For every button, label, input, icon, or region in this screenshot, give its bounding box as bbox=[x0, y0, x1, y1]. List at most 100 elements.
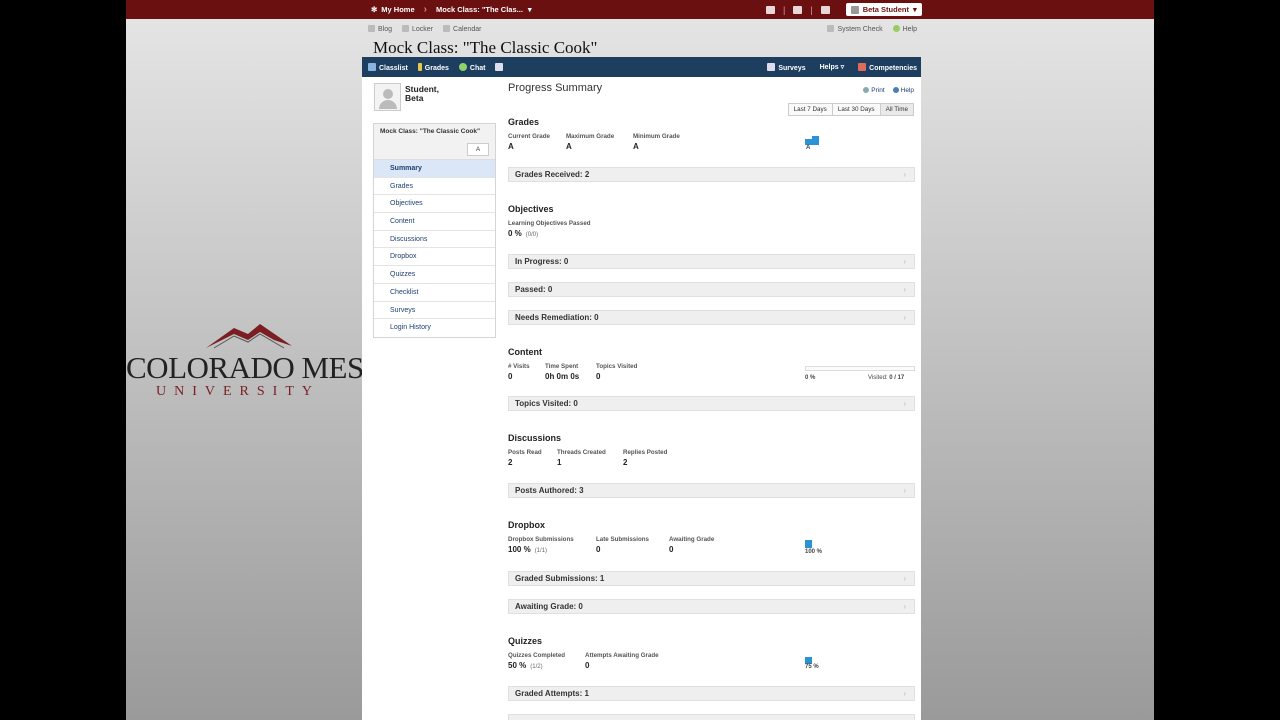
quizzes-chart-label: 75 % bbox=[805, 664, 819, 670]
needs-remediation-bar[interactable]: Needs Remediation: 0 bbox=[508, 310, 915, 325]
sidebar-item-checklist[interactable]: Checklist bbox=[374, 284, 495, 302]
print-icon bbox=[863, 87, 870, 93]
quizzes-mini-chart[interactable] bbox=[805, 657, 812, 664]
range-last-7-days[interactable]: Last 7 Days bbox=[788, 104, 833, 115]
stat-quizzes-completed: Quizzes Completed 50 % (1/2) bbox=[508, 652, 566, 670]
sidebar-item-summary[interactable]: Summary bbox=[374, 160, 495, 178]
section-heading: Quizzes bbox=[508, 636, 543, 646]
date-range-selector: Last 7 Days Last 30 Days All Time bbox=[787, 103, 914, 116]
grades-received-bar[interactable]: Grades Received: 2 bbox=[508, 167, 915, 182]
section-heading: Objectives bbox=[508, 204, 554, 214]
course-selector[interactable]: Mock Class: "The Clas... bbox=[436, 5, 523, 14]
competencies-icon bbox=[858, 62, 867, 71]
my-home-link[interactable]: My Home bbox=[381, 5, 414, 14]
chat-link[interactable]: Chat bbox=[458, 62, 485, 72]
document-icon[interactable] bbox=[495, 63, 504, 71]
avatar bbox=[850, 5, 859, 14]
quiz-bar bbox=[805, 657, 812, 664]
blog-link[interactable]: Blog bbox=[368, 24, 392, 33]
print-link[interactable]: Print bbox=[863, 87, 885, 94]
mountain-logo-icon bbox=[206, 324, 292, 349]
next-bar-partial[interactable] bbox=[508, 714, 915, 720]
alerts-icon[interactable] bbox=[820, 5, 830, 14]
chevron-down-icon[interactable]: ▾ bbox=[528, 5, 532, 14]
competencies-link[interactable]: Competencies bbox=[858, 62, 917, 72]
range-all-time[interactable]: All Time bbox=[880, 104, 913, 115]
passed-bar[interactable]: Passed: 0 bbox=[508, 282, 915, 297]
graded-submissions-bar[interactable]: Graded Submissions: 1 bbox=[508, 571, 915, 586]
stat-time-spent: Time Spent 0h 0m 0s bbox=[545, 363, 580, 381]
sidebar-item-quizzes[interactable]: Quizzes bbox=[374, 266, 495, 284]
stat-awaiting-grade: Awaiting Grade 0 bbox=[669, 536, 715, 554]
content-section: Content # Visits 0 Time Spent 0h 0m 0s Top… bbox=[508, 347, 915, 381]
posts-authored-bar[interactable]: Posts Authored: 3 bbox=[508, 483, 915, 498]
stat-attempts-awaiting-grade: Attempts Awaiting Grade 0 bbox=[585, 652, 659, 670]
calendar-icon bbox=[443, 24, 451, 32]
sidebar-item-discussions[interactable]: Discussions bbox=[374, 231, 495, 249]
section-heading: Discussions bbox=[508, 433, 562, 443]
stat-late-submissions: Late Submissions 0 bbox=[596, 536, 649, 554]
avatar bbox=[374, 83, 401, 111]
grades-mini-chart[interactable] bbox=[805, 136, 821, 145]
classlist-link[interactable]: Classlist bbox=[368, 62, 408, 72]
section-heading: Content bbox=[508, 347, 542, 357]
stat-visits: # Visits 0 bbox=[508, 363, 530, 381]
user-menu-button[interactable]: Beta Student ▾ bbox=[845, 3, 922, 16]
content-percent: 0 % bbox=[805, 375, 816, 381]
in-progress-bar[interactable]: In Progress: 0 bbox=[508, 254, 915, 269]
video-frame-right bbox=[1154, 0, 1280, 720]
visited-count: Visited: 0 / 17 bbox=[868, 375, 905, 381]
dropbox-chart-label: 100 % bbox=[805, 549, 823, 555]
stat-topics-visited: Topics Visited 0 bbox=[596, 363, 638, 381]
logo-line1: COLORADO MES bbox=[126, 350, 364, 385]
surveys-icon bbox=[767, 62, 776, 71]
stat-minimum-grade: Minimum Grade A bbox=[633, 133, 680, 151]
dropbox-mini-chart[interactable] bbox=[805, 540, 812, 548]
stat-dropbox-submissions: Dropbox Submissions 100 % (1/1) bbox=[508, 536, 574, 554]
video-frame-left bbox=[0, 0, 126, 720]
stat-posts-read: Posts Read 2 bbox=[508, 449, 542, 467]
system-check-link[interactable]: System Check bbox=[827, 24, 883, 33]
check-icon bbox=[827, 24, 835, 32]
discussions-section: Discussions Posts Read 2 Threads Created 1… bbox=[508, 433, 915, 467]
chevron-down-icon: ▿ bbox=[840, 64, 845, 71]
surveys-link[interactable]: Surveys bbox=[767, 62, 806, 72]
sidebar-item-surveys[interactable]: Surveys bbox=[374, 302, 495, 320]
dropbox-section: Dropbox Dropbox Submissions 100 % (1/1) La… bbox=[508, 520, 915, 554]
help-link[interactable]: Help bbox=[892, 24, 917, 33]
help-icon bbox=[892, 87, 899, 93]
dropbox-bar bbox=[805, 540, 812, 548]
subscriptions-icon[interactable] bbox=[793, 5, 803, 14]
sidebar-item-grades[interactable]: Grades bbox=[374, 178, 495, 196]
classlist-icon bbox=[368, 62, 376, 71]
helps-menu[interactable]: Helps ▿ bbox=[820, 63, 845, 71]
awaiting-grade-bar[interactable]: Awaiting Grade: 0 bbox=[508, 599, 915, 614]
course-navbar: Classlist Grades Chat Surveys Helps ▿ Co… bbox=[362, 57, 921, 77]
locker-icon bbox=[402, 24, 410, 32]
quizzes-section: Quizzes Quizzes Completed 50 % (1/2) Attem… bbox=[508, 636, 915, 670]
calendar-link[interactable]: Calendar bbox=[443, 24, 481, 33]
topics-visited-bar[interactable]: Topics Visited: 0 bbox=[508, 396, 915, 411]
message-icon[interactable] bbox=[766, 5, 775, 14]
browser-screen: ✻ My Home › Mock Class: "The Clas... ▾ |… bbox=[126, 0, 1154, 720]
chevron-down-icon: ▾ bbox=[912, 5, 917, 14]
stat-threads-created: Threads Created 1 bbox=[557, 449, 606, 467]
sidebar-item-dropbox[interactable]: Dropbox bbox=[374, 248, 495, 267]
top-navbar: ✻ My Home › Mock Class: "The Clas... ▾ |… bbox=[126, 0, 1154, 19]
objectives-section: Objectives Learning Objectives Passed 0 %… bbox=[508, 204, 915, 238]
grades-link[interactable]: Grades bbox=[417, 62, 449, 72]
graded-attempts-bar[interactable]: Graded Attempts: 1 bbox=[508, 686, 915, 701]
section-heading: Dropbox bbox=[508, 520, 545, 530]
sidebar-item-login-history[interactable]: Login History bbox=[374, 319, 495, 337]
sidebar-item-objectives[interactable]: Objectives bbox=[374, 195, 495, 214]
divider: | bbox=[810, 4, 813, 15]
content-progress-bar bbox=[805, 366, 915, 371]
sidebar-item-content[interactable]: Content bbox=[374, 213, 495, 231]
locker-link[interactable]: Locker bbox=[402, 24, 433, 33]
divider: | bbox=[783, 4, 786, 15]
help-link[interactable]: Help bbox=[892, 87, 914, 94]
range-last-30-days[interactable]: Last 30 Days bbox=[832, 104, 881, 115]
grades-icon bbox=[417, 62, 422, 71]
help-icon bbox=[892, 24, 900, 32]
sidebar-course-header: Mock Class: "The Classic Cook" A bbox=[374, 124, 495, 160]
